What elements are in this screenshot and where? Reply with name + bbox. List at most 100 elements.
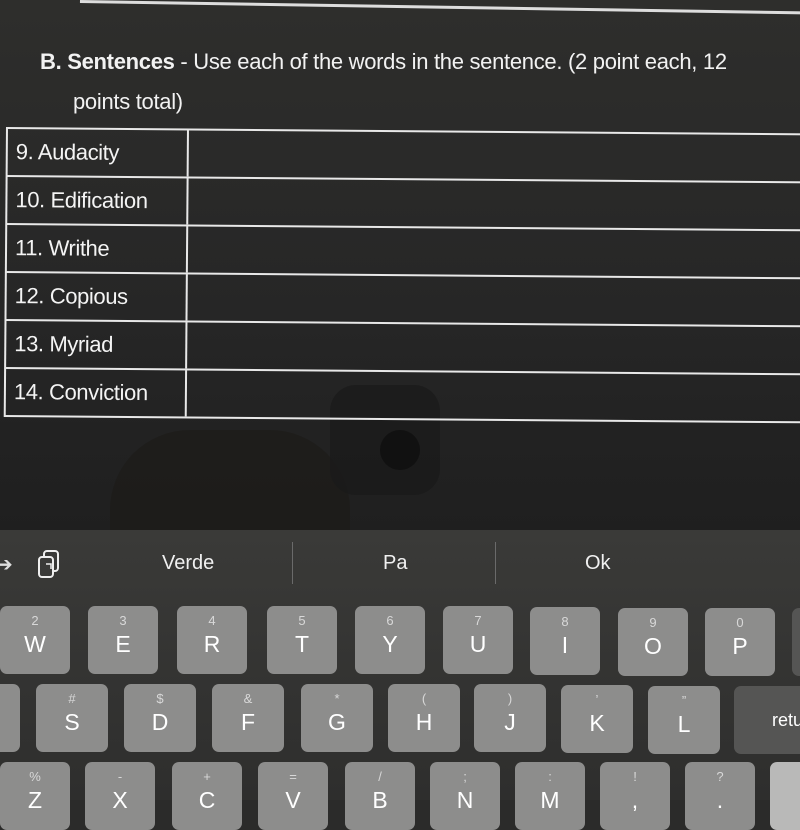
key-e[interactable]: 3E [88, 606, 158, 674]
paste-icon[interactable] [38, 550, 60, 578]
key-b[interactable]: / B [345, 762, 415, 830]
key-y[interactable]: 6Y [355, 606, 425, 674]
key-alt: + [203, 769, 211, 784]
answer-cell[interactable] [188, 226, 800, 277]
key-comma[interactable]: !, [600, 762, 670, 830]
section-letter: B. [40, 49, 62, 74]
key-label: T [294, 631, 310, 657]
answer-cell[interactable] [189, 130, 800, 181]
word-cell: 14. Conviction [3, 368, 188, 417]
key-label: R [203, 631, 221, 657]
key-alt: - [117, 769, 123, 784]
key-w[interactable]: 2W [0, 606, 70, 674]
key-k[interactable]: ’ K [561, 685, 633, 753]
key-delete[interactable] [792, 608, 800, 676]
key-m[interactable]: :M [515, 762, 585, 830]
key-c[interactable]: + C [172, 762, 242, 830]
key-l[interactable]: ” L [648, 686, 720, 754]
key-alt: ’ [595, 692, 599, 707]
key-return[interactable]: return [734, 686, 800, 754]
key-alt: 3 [119, 613, 127, 628]
key-label: O [644, 633, 662, 659]
key-o[interactable]: 9O [618, 608, 688, 676]
key-alt: 7 [474, 613, 482, 628]
table-row: 10. Edification [5, 174, 800, 230]
key-label: X [112, 787, 128, 813]
key-u[interactable]: 7U [443, 606, 513, 674]
answer-cell[interactable] [187, 322, 800, 373]
key-label: M [540, 787, 560, 813]
key-alt: ; [463, 769, 467, 784]
key-label: W [24, 631, 46, 657]
table-row: 9. Audacity [5, 127, 800, 182]
key-z[interactable]: % Z [0, 762, 70, 830]
key-alt: # [68, 691, 76, 706]
key-alt: 9 [649, 615, 657, 630]
table-row: 14. Conviction [3, 366, 800, 424]
key-label: J [504, 709, 516, 735]
key-alt: 4 [208, 613, 216, 628]
suggestion-2[interactable]: Pa [383, 552, 407, 575]
word-cell: 9. Audacity [5, 128, 189, 177]
section-title: Sentences [67, 49, 175, 74]
key-label: U [469, 631, 487, 657]
divider-line [79, 0, 800, 15]
key-r[interactable]: 4R [177, 606, 247, 674]
suggestion-3[interactable]: Ok [585, 552, 611, 575]
arrow-right-icon[interactable]: ➔ [0, 552, 13, 577]
key-a[interactable] [0, 684, 20, 752]
key-g[interactable]: * G [301, 684, 373, 752]
key-alt: ) [507, 691, 513, 706]
vocabulary-table: 9. Audacity 10. Edification 11. Writhe 1… [3, 127, 800, 424]
key-label: E [115, 631, 131, 657]
key-alt: $ [156, 691, 164, 706]
key-label: L [677, 711, 691, 737]
key-n[interactable]: ; N [430, 762, 500, 830]
key-alt: ( [421, 691, 427, 706]
suggestion-bar: ➔ Verde Pa Ok [0, 530, 800, 600]
answer-cell[interactable] [187, 370, 800, 421]
key-t[interactable]: 5T [267, 606, 337, 674]
key-j[interactable]: ) J [474, 684, 546, 752]
key-label: G [328, 709, 346, 735]
key-alt: * [334, 691, 340, 706]
key-period[interactable]: ?. [685, 762, 755, 830]
key-label: I [561, 632, 569, 658]
answer-cell[interactable] [188, 178, 800, 229]
suggestion-separator [292, 542, 293, 584]
key-label: P [732, 633, 748, 659]
key-label: C [198, 787, 216, 813]
key-label: S [64, 709, 80, 735]
answer-cell[interactable] [187, 274, 800, 325]
key-d[interactable]: $ D [124, 684, 196, 752]
key-label: Z [27, 787, 43, 813]
key-shift[interactable] [770, 762, 800, 830]
worksheet-document: B. Sentences - Use each of the words in … [0, 0, 800, 600]
camera-lens-reflection [380, 430, 420, 470]
key-label: Y [382, 631, 398, 657]
key-s[interactable]: # S [36, 684, 108, 752]
key-x[interactable]: -X [85, 762, 155, 830]
word-cell: 13. Myriad [4, 320, 188, 369]
key-label: D [151, 709, 169, 735]
key-alt: 2 [31, 613, 39, 628]
key-label: N [456, 787, 474, 813]
key-alt: % [29, 769, 41, 784]
word-cell: 10. Edification [5, 176, 189, 225]
key-alt: ? [716, 769, 724, 784]
key-alt: : [548, 769, 552, 784]
key-alt: 6 [386, 613, 394, 628]
key-f[interactable]: & F [212, 684, 284, 752]
instructions-line1: - Use each of the words in the sentence.… [174, 49, 727, 74]
key-label: H [415, 709, 433, 735]
table-row: 13. Myriad [4, 318, 800, 374]
key-alt: & [243, 691, 253, 706]
suggestion-1[interactable]: Verde [162, 552, 214, 575]
key-p[interactable]: 0P [705, 608, 775, 676]
key-label: F [240, 709, 256, 735]
instructions-line2: points total) [73, 89, 183, 114]
suggestion-separator [495, 542, 496, 584]
key-v[interactable]: = V [258, 762, 328, 830]
key-h[interactable]: (H [388, 684, 460, 752]
key-i[interactable]: 8I [530, 607, 600, 675]
